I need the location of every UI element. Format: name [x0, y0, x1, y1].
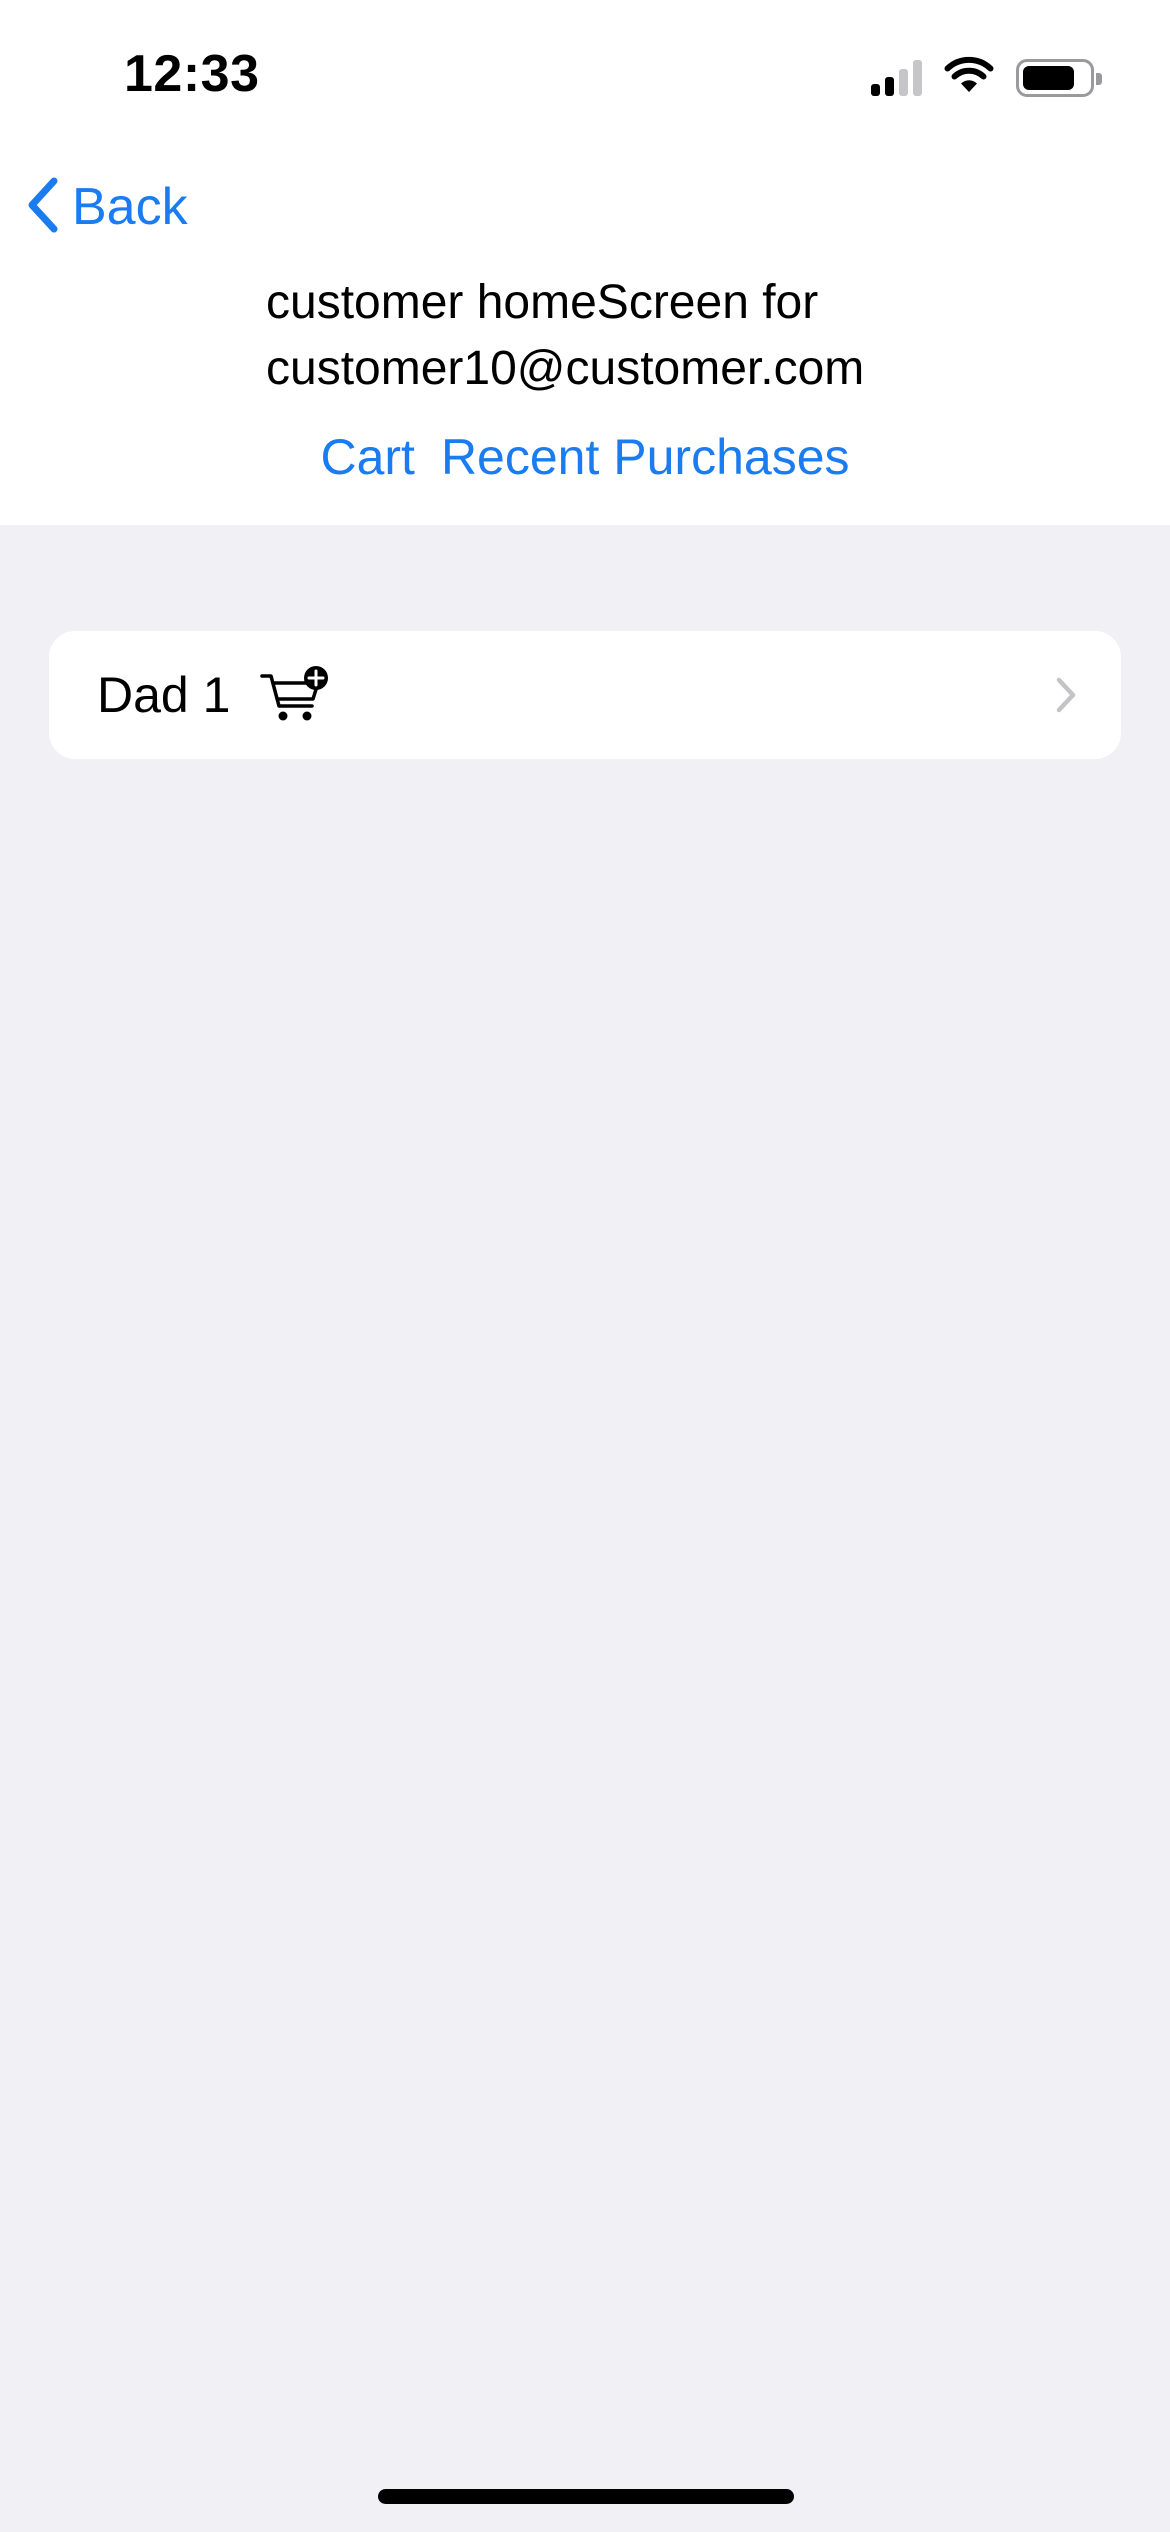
screen: 12:33 Back customer homeScreen for custo…: [0, 0, 1170, 2532]
chevron-right-icon: [1055, 676, 1077, 714]
header-area: 12:33 Back customer homeScreen for custo…: [0, 0, 1170, 525]
wifi-icon: [944, 56, 994, 99]
list-item-label: Dad 1: [97, 667, 231, 723]
chevron-left-icon: [24, 175, 60, 240]
back-label: Back: [72, 178, 188, 236]
home-indicator[interactable]: [378, 2489, 794, 2504]
recent-purchases-link[interactable]: Recent Purchases: [441, 428, 850, 486]
status-icons: [871, 56, 1102, 99]
cellular-signal-icon: [871, 59, 922, 96]
battery-icon: [1016, 58, 1102, 97]
page-title: customer homeScreen for customer10@custo…: [266, 276, 865, 395]
cart-link[interactable]: Cart: [320, 428, 414, 486]
status-time: 12:33: [124, 45, 260, 103]
back-button[interactable]: Back: [24, 172, 188, 242]
header-links: Cart Recent Purchases: [0, 428, 1170, 486]
list-item[interactable]: Dad 1: [49, 631, 1121, 759]
cart-add-icon[interactable]: [260, 666, 330, 724]
